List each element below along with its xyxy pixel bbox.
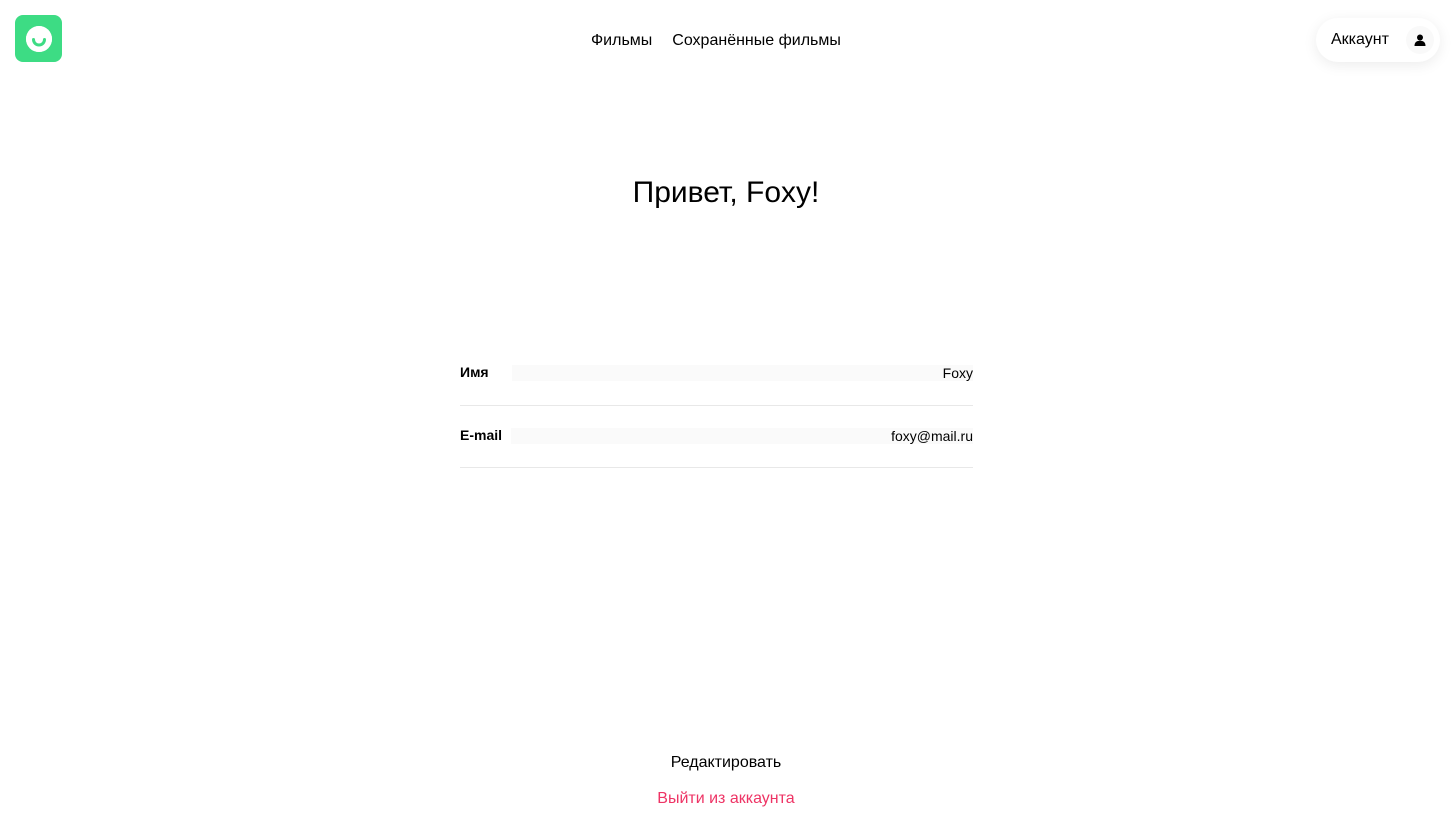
edit-profile-row: Редактировать bbox=[0, 753, 1452, 773]
logout-button[interactable]: Выйти из аккаунта bbox=[657, 789, 794, 809]
name-label: Имя bbox=[460, 364, 489, 380]
smile-icon bbox=[25, 25, 52, 52]
email-field[interactable] bbox=[511, 428, 973, 444]
profile-form: Имя E-mail bbox=[460, 345, 973, 468]
account-button-label: Аккаунт bbox=[1331, 31, 1389, 48]
profile-page: Фильмы Сохранённые фильмы Аккаунт Привет… bbox=[0, 0, 1452, 835]
name-field[interactable] bbox=[512, 365, 973, 381]
main-nav: Фильмы Сохранённые фильмы bbox=[591, 31, 841, 51]
nav-link-movies[interactable]: Фильмы bbox=[591, 31, 652, 51]
user-icon bbox=[1406, 26, 1434, 54]
nav-link-saved-movies[interactable]: Сохранённые фильмы bbox=[672, 31, 841, 51]
logo[interactable] bbox=[15, 15, 62, 62]
page-title: Привет, Foxy! bbox=[632, 176, 820, 209]
profile-row-name: Имя bbox=[460, 345, 973, 406]
profile-row-email: E-mail bbox=[460, 406, 973, 468]
edit-profile-button[interactable]: Редактировать bbox=[671, 753, 782, 773]
logout-row: Выйти из аккаунта bbox=[0, 789, 1452, 809]
email-label: E-mail bbox=[460, 427, 503, 443]
account-button[interactable]: Аккаунт bbox=[1316, 18, 1440, 62]
